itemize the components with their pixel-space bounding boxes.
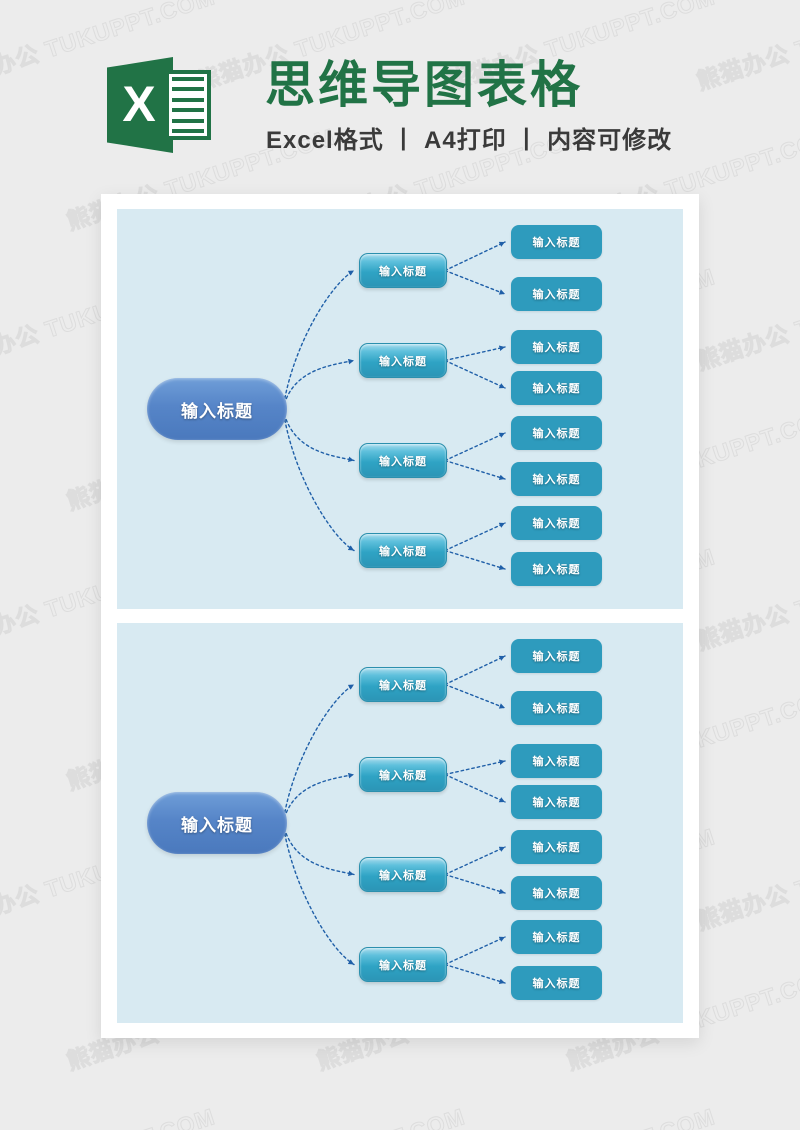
- branch-connector: [282, 358, 355, 410]
- leaf-node-label: 输入标题: [532, 237, 581, 249]
- leaf-node[interactable]: 输入标题: [511, 830, 602, 864]
- leaf-connector: [444, 773, 506, 803]
- leaf-connector: [444, 846, 506, 876]
- leaf-connector: [444, 936, 506, 966]
- leaf-node-label: 输入标题: [532, 518, 581, 530]
- watermark-text: 熊猫办公 TUKUPPT.COM: [693, 263, 800, 375]
- excel-logo-sheet-row: [172, 97, 204, 102]
- mind-map-panel-1: 输入标题 输入标题 输入标题 输入标题 输入标题 输入标题 输入标题 输入标题 输入标题 输入标题…: [117, 209, 683, 609]
- leaf-node-label: 输入标题: [532, 978, 581, 990]
- leaf-connector: [444, 459, 506, 481]
- excel-logo-x-letter: X: [122, 76, 156, 132]
- excel-logo-sheet-rows: [169, 74, 207, 136]
- branch-node-label: 输入标题: [379, 869, 427, 882]
- page-subtitle: Excel格式 丨 A4打印 丨 内容可修改: [266, 127, 673, 154]
- leaf-node-label: 输入标题: [532, 383, 581, 395]
- branch-node[interactable]: 输入标题: [359, 857, 447, 892]
- branch-node[interactable]: 输入标题: [359, 343, 447, 378]
- branch-connector: [282, 408, 355, 552]
- watermark-text: 熊猫办公 TUKUPPT.COM: [693, 543, 800, 655]
- leaf-node[interactable]: 输入标题: [511, 920, 602, 954]
- watermark-text: 熊猫办公 TUKUPPT.COM: [0, 1097, 219, 1130]
- excel-logo-sheet-row: [172, 108, 204, 113]
- branch-node-label: 输入标题: [379, 545, 427, 558]
- page-title: 思维导图表格: [265, 57, 583, 113]
- root-node-label: 输入标题: [181, 815, 253, 835]
- excel-logo-sheet-row: [172, 128, 204, 133]
- leaf-node-label: 输入标题: [532, 428, 581, 440]
- document-sheet: 输入标题 输入标题 输入标题 输入标题 输入标题 输入标题 输入标题 输入标题 输入标题 输入标题…: [101, 194, 699, 1038]
- leaf-node-label: 输入标题: [532, 474, 581, 486]
- leaf-connector: [444, 759, 506, 776]
- watermark-text: 熊猫办公 TUKUPPT.COM: [692, 1097, 800, 1130]
- branch-connector: [282, 683, 355, 824]
- leaf-node[interactable]: 输入标题: [511, 966, 602, 1000]
- branch-node-label: 输入标题: [379, 959, 427, 972]
- root-node[interactable]: 输入标题: [147, 378, 287, 440]
- leaf-node[interactable]: 输入标题: [511, 876, 602, 910]
- leaf-node-label: 输入标题: [532, 932, 581, 944]
- leaf-node[interactable]: 输入标题: [511, 371, 602, 405]
- leaf-connector: [444, 345, 506, 362]
- branch-connector: [282, 822, 355, 966]
- excel-logo: X: [107, 53, 211, 157]
- branch-connector: [282, 772, 355, 824]
- leaf-node[interactable]: 输入标题: [511, 416, 602, 450]
- branch-node-label: 输入标题: [379, 769, 427, 782]
- root-node-label: 输入标题: [181, 401, 253, 421]
- leaf-connector: [444, 873, 506, 895]
- excel-logo-sheet: [165, 70, 211, 140]
- leaf-node[interactable]: 输入标题: [511, 277, 602, 311]
- leaf-connector: [444, 241, 506, 272]
- leaf-node-label: 输入标题: [532, 289, 581, 301]
- leaf-connector: [444, 655, 506, 686]
- excel-logo-sheet-row: [172, 118, 204, 123]
- leaf-node[interactable]: 输入标题: [511, 462, 602, 496]
- leaf-node-label: 输入标题: [532, 651, 581, 663]
- leaf-node-label: 输入标题: [532, 888, 581, 900]
- branch-node-label: 输入标题: [379, 355, 427, 368]
- leaf-node-label: 输入标题: [532, 564, 581, 576]
- leaf-connector: [444, 522, 506, 552]
- branch-node[interactable]: 输入标题: [359, 667, 447, 702]
- branch-node[interactable]: 输入标题: [359, 533, 447, 568]
- leaf-connector: [444, 683, 506, 709]
- watermark-text: 熊猫办公 TUKUPPT.COM: [442, 1097, 719, 1130]
- leaf-connector: [444, 963, 506, 985]
- branch-node[interactable]: 输入标题: [359, 253, 447, 288]
- branch-connector: [282, 269, 355, 410]
- branch-node-label: 输入标题: [379, 265, 427, 278]
- branch-node[interactable]: 输入标题: [359, 443, 447, 478]
- watermark-text: 熊猫办公 TUKUPPT.COM: [693, 823, 800, 935]
- excel-logo-sheet-row: [172, 77, 204, 81]
- excel-logo-sheet-row: [172, 87, 204, 92]
- branch-node[interactable]: 输入标题: [359, 757, 447, 792]
- leaf-node[interactable]: 输入标题: [511, 552, 602, 586]
- leaf-node[interactable]: 输入标题: [511, 330, 602, 364]
- leaf-node-label: 输入标题: [532, 797, 581, 809]
- leaf-node-label: 输入标题: [532, 756, 581, 768]
- mind-map-panel-2: 输入标题 输入标题 输入标题 输入标题 输入标题 输入标题 输入标题 输入标题 输入标题 输入标题…: [117, 623, 683, 1023]
- leaf-node[interactable]: 输入标题: [511, 785, 602, 819]
- leaf-node[interactable]: 输入标题: [511, 744, 602, 778]
- leaf-node-label: 输入标题: [532, 342, 581, 354]
- leaf-connector: [444, 359, 506, 389]
- leaf-node[interactable]: 输入标题: [511, 225, 602, 259]
- branch-node[interactable]: 输入标题: [359, 947, 447, 982]
- watermark-text: 熊猫办公 TUKUPPT.COM: [192, 1097, 469, 1130]
- branch-node-label: 输入标题: [379, 679, 427, 692]
- header: X 思维导图表格 Excel格式 丨 A4打印 丨 内容可修改: [0, 0, 800, 185]
- leaf-connector: [444, 549, 506, 571]
- root-node[interactable]: 输入标题: [147, 792, 287, 854]
- leaf-node[interactable]: 输入标题: [511, 691, 602, 725]
- leaf-node[interactable]: 输入标题: [511, 506, 602, 540]
- leaf-connector: [444, 269, 506, 295]
- leaf-node[interactable]: 输入标题: [511, 639, 602, 673]
- leaf-node-label: 输入标题: [532, 703, 581, 715]
- leaf-node-label: 输入标题: [532, 842, 581, 854]
- leaf-connector: [444, 432, 506, 462]
- branch-node-label: 输入标题: [379, 455, 427, 468]
